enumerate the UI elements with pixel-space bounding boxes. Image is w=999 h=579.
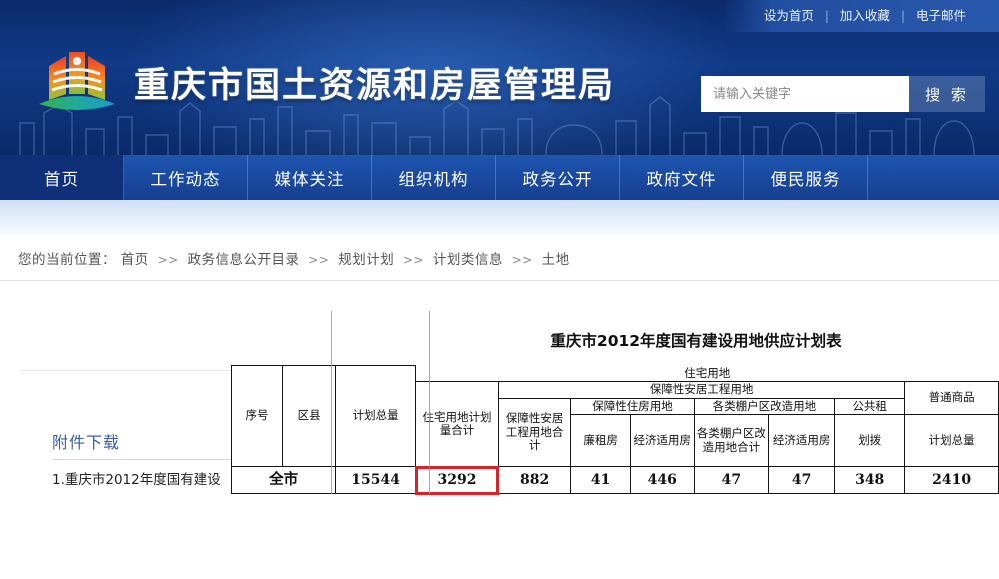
header-residential-group: 住宅用地	[415, 365, 999, 383]
header-residential-total: 住宅用地计划量合计	[415, 381, 499, 468]
cell-allocation: 348	[834, 466, 906, 495]
search-input[interactable]	[701, 76, 909, 112]
nav-item-government-documents[interactable]: 政府文件	[620, 155, 744, 200]
breadcrumb-arrow-4: >>	[511, 252, 533, 267]
site-banner: 设为首页 | 加入收藏 | 电子邮件 重庆市国土资源和房屋管理局 请输入关键字 …	[0, 0, 999, 155]
header-allocation: 划拨	[834, 414, 906, 468]
breadcrumb-item-plan-info[interactable]: 计划类信息	[433, 252, 503, 268]
header-affordable-land: 保障性住房用地	[570, 397, 695, 416]
sheet-caption: 重庆市2012年度国有建设用地供应计划表	[550, 332, 842, 350]
article-body: 重庆市2012年度国有建设用地供应计划表 附件下载 1.重庆市2012年度国有建…	[0, 281, 999, 495]
table-header-row-1: 序号 区县 计划总量 住宅用地	[230, 364, 999, 468]
table-row: 全市 15544 3292 882 41 446 47 47 348 2410	[230, 465, 999, 495]
nav-item-home[interactable]: 首页	[0, 155, 124, 200]
breadcrumb-item-home[interactable]: 首页	[121, 252, 149, 268]
breadcrumb-arrow-1: >>	[157, 252, 179, 267]
header-low-rent: 廉租房	[570, 414, 631, 468]
header-public-rent: 公共租	[834, 397, 906, 416]
nav-item-work-updates[interactable]: 工作动态	[124, 155, 248, 200]
header-economic-housing: 经济适用房	[629, 414, 695, 468]
nav-item-government-affairs[interactable]: 政务公开	[496, 155, 620, 200]
header-district: 区县	[282, 364, 337, 468]
top-link-email[interactable]: 电子邮件	[905, 0, 977, 32]
breadcrumb: 您的当前位置： 首页 >> 政务信息公开目录 >> 规划计划 >> 计划类信息 …	[0, 248, 570, 268]
breadcrumb-arrow-3: >>	[403, 252, 425, 267]
nav-filler	[868, 155, 999, 200]
header-seq: 序号	[230, 364, 284, 468]
site-logo[interactable]: 重庆市国土资源和房屋管理局	[36, 44, 615, 120]
header-shanty-economic: 经济适用房	[768, 414, 836, 468]
breadcrumb-prefix: 您的当前位置：	[18, 251, 116, 268]
breadcrumb-item-planning[interactable]: 规划计划	[338, 252, 394, 268]
supply-plan-table: 序号 区县 计划总量 住宅用地 住宅用地计划量合计 保障性安居工程用地 普通商品…	[230, 364, 999, 495]
nav-item-media-focus[interactable]: 媒体关注	[248, 155, 372, 200]
breadcrumb-arrow-2: >>	[308, 252, 330, 267]
header-security-housing-total: 保障性安居工程用地合计	[497, 397, 572, 468]
row-label-citywide: 全市	[230, 466, 337, 495]
top-link-set-homepage[interactable]: 设为首页	[753, 0, 825, 32]
breadcrumb-bar: 您的当前位置： 首页 >> 政务信息公开目录 >> 规划计划 >> 计划类信息 …	[0, 235, 999, 281]
header-commercial-total: 计划总量	[904, 414, 999, 468]
top-link-add-favorite[interactable]: 加入收藏	[829, 0, 901, 32]
header-security-housing-group: 保障性安居工程用地	[497, 381, 906, 399]
main-navigation: 首页 工作动态 媒体关注 组织机构 政务公开 政府文件 便民服务	[0, 155, 999, 200]
site-search: 搜 索	[701, 76, 985, 112]
breadcrumb-item-disclosure-catalog[interactable]: 政务信息公开目录	[188, 252, 300, 268]
cell-low-rent: 41	[570, 466, 631, 495]
nav-item-organization[interactable]: 组织机构	[372, 155, 496, 200]
cell-commercial-total: 2410	[904, 466, 999, 495]
chongqing-emblem-icon	[39, 52, 115, 110]
cell-residential-total-highlighted: 3292	[414, 465, 500, 495]
top-utility-links: 设为首页 | 加入收藏 | 电子邮件	[722, 0, 999, 32]
nav-underband	[0, 200, 999, 235]
supply-plan-sheet: 重庆市2012年度国有建设用地供应计划表 序号 区县 计划总量 住宅用地 住宅用…	[230, 311, 999, 495]
breadcrumb-item-land[interactable]: 土地	[542, 252, 570, 268]
search-button[interactable]: 搜 索	[909, 76, 985, 112]
nav-item-public-services[interactable]: 便民服务	[744, 155, 868, 200]
site-title: 重庆市国土资源和房屋管理局	[134, 65, 616, 106]
page-root: 设为首页 | 加入收藏 | 电子邮件 重庆市国土资源和房屋管理局 请输入关键字 …	[0, 0, 999, 579]
header-shanty-total: 各类棚户区改造用地合计	[693, 414, 770, 468]
header-shanty-group: 各类棚户区改造用地	[693, 397, 836, 416]
header-plan-total: 计划总量	[335, 364, 417, 468]
cell-shanty-total: 47	[693, 466, 770, 495]
cell-plan-total: 15544	[335, 466, 417, 495]
cell-security-housing-total: 882	[497, 466, 572, 495]
cell-shanty-economic: 47	[768, 466, 836, 495]
header-commercial-group: 普通商品	[904, 381, 999, 416]
cell-economic-housing: 446	[629, 466, 695, 495]
